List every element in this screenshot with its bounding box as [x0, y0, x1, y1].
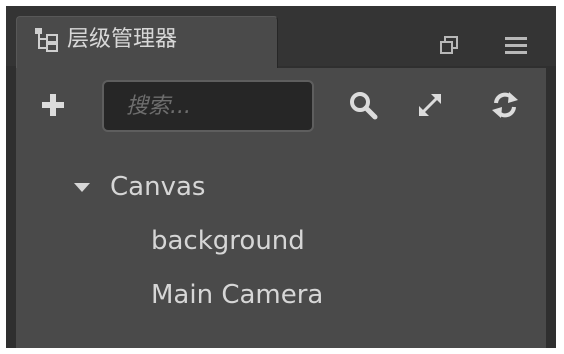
tab-hierarchy[interactable]: 层级管理器: [16, 16, 278, 70]
search-button[interactable]: [348, 90, 378, 120]
hierarchy-icon: [33, 25, 61, 53]
expand-button[interactable]: [415, 90, 445, 120]
expand-arrow-icon[interactable]: [74, 182, 90, 192]
tree-node-main-camera[interactable]: Main Camera: [151, 278, 323, 312]
search-icon: [350, 92, 378, 120]
refresh-icon: [492, 92, 518, 118]
add-button[interactable]: [38, 90, 68, 120]
tab-bar: 层级管理器: [6, 6, 556, 70]
plus-icon: [42, 94, 64, 116]
tree-node-label: Main Camera: [151, 280, 324, 310]
tree-node-canvas[interactable]: Canvas: [74, 170, 205, 204]
tree-node-label: background: [151, 226, 305, 256]
tree-node-background[interactable]: background: [151, 224, 305, 258]
search-input[interactable]: [102, 80, 314, 132]
panel-title: 层级管理器: [67, 27, 178, 52]
hierarchy-window: 层级管理器 搜索... Canvas background Main Camer…: [6, 6, 556, 348]
restore-icon[interactable]: [438, 34, 460, 56]
expand-icon: [419, 94, 441, 116]
tree-node-label: Canvas: [110, 172, 206, 202]
refresh-button[interactable]: [490, 90, 520, 120]
menu-icon[interactable]: [504, 34, 527, 56]
hierarchy-panel: Canvas background Main Camera: [16, 68, 546, 348]
